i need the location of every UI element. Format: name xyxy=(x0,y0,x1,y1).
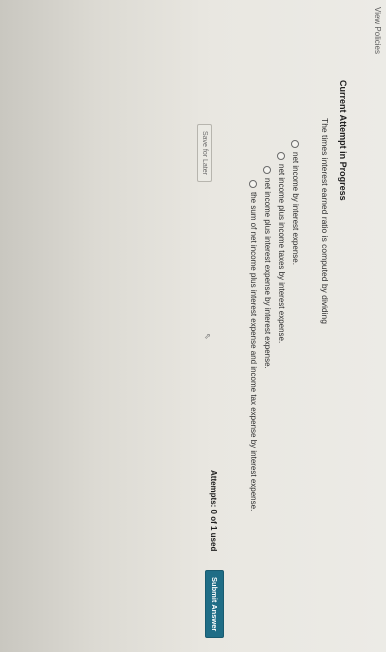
question-text: The times interest earned ratio is compu… xyxy=(320,118,330,324)
radio-button[interactable] xyxy=(249,180,258,188)
answer-option-label: the sum of net income plus interest expe… xyxy=(249,192,258,512)
attempts-counter: Attempts: 0 of 1 used xyxy=(209,470,218,552)
mouse-cursor-icon: ⇖ xyxy=(203,333,212,340)
rotated-page: View Policies Current Attempt in Progres… xyxy=(0,0,386,652)
submit-answer-button[interactable]: Submit Answer xyxy=(205,570,224,639)
radio-button[interactable] xyxy=(263,166,272,174)
radio-button[interactable] xyxy=(291,140,300,148)
answer-option-label: net income plus income taxes by interest… xyxy=(277,164,286,344)
view-policies-link[interactable]: View Policies xyxy=(373,7,382,54)
answer-option[interactable]: the sum of net income plus interest expe… xyxy=(249,180,258,511)
answer-option-label: net income plus interest expense by inte… xyxy=(263,178,272,369)
save-for-later-button[interactable]: Save for Later xyxy=(197,124,212,182)
answer-option-label: net income by interest expense. xyxy=(291,152,300,265)
answer-option[interactable]: net income by interest expense. xyxy=(291,140,300,265)
attempt-heading: Current Attempt in Progress xyxy=(338,80,348,201)
radio-button[interactable] xyxy=(277,152,286,160)
answer-option[interactable]: net income plus interest expense by inte… xyxy=(263,166,272,369)
answer-option[interactable]: net income plus income taxes by interest… xyxy=(277,152,286,343)
